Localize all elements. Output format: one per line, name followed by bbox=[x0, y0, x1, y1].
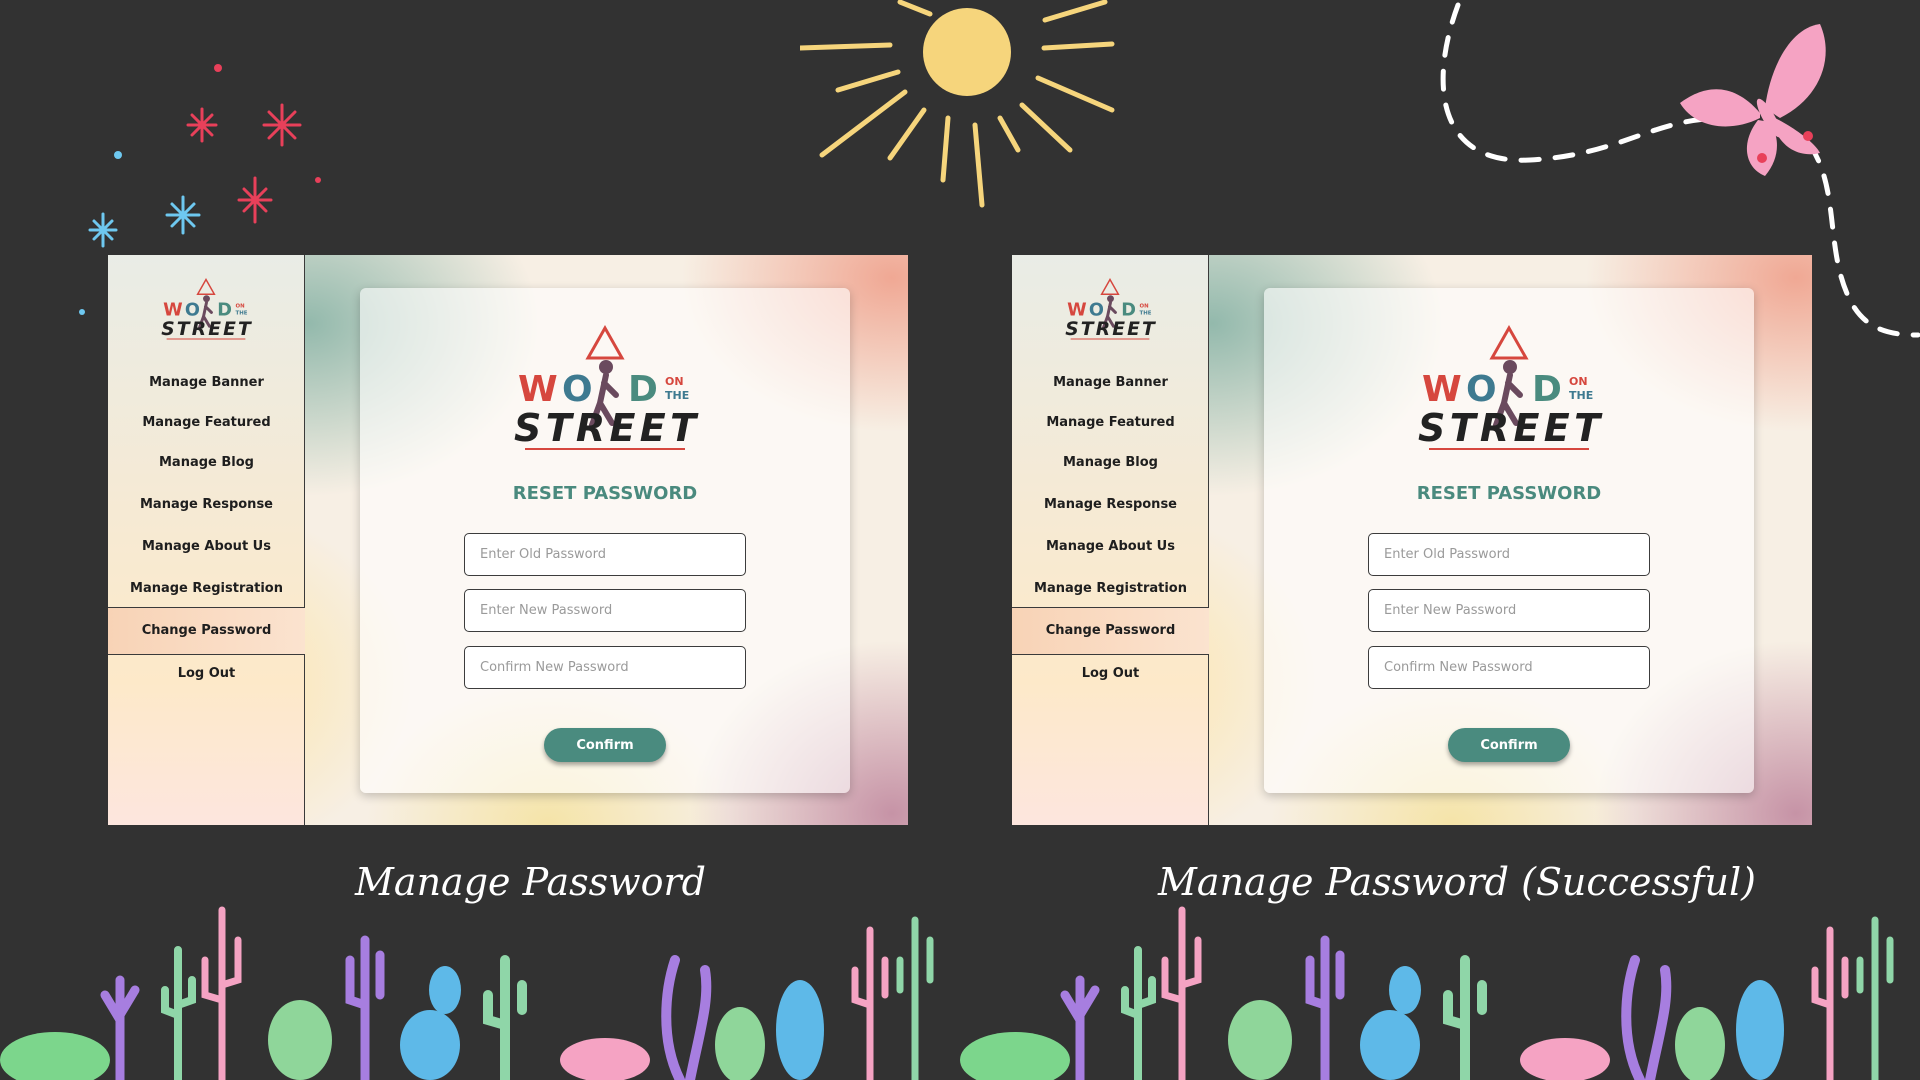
svg-text:W: W bbox=[518, 369, 558, 410]
svg-text:THE: THE bbox=[1569, 389, 1593, 402]
confirm-button[interactable]: Confirm bbox=[544, 728, 666, 762]
svg-text:THE: THE bbox=[665, 389, 689, 402]
menu-manage-featured[interactable]: Manage Featured bbox=[108, 415, 305, 430]
menu-manage-banner[interactable]: Manage Banner bbox=[108, 375, 305, 390]
svg-text:O: O bbox=[562, 369, 593, 410]
menu-manage-registration[interactable]: Manage Registration bbox=[1012, 581, 1209, 596]
menu-manage-about-us[interactable]: Manage About Us bbox=[108, 539, 305, 554]
menu-change-password[interactable]: Change Password bbox=[1012, 607, 1209, 655]
menu-manage-registration[interactable]: Manage Registration bbox=[108, 581, 305, 596]
svg-text:W: W bbox=[1067, 300, 1087, 320]
menu-log-out[interactable]: Log Out bbox=[108, 666, 305, 681]
old-password-field[interactable] bbox=[1368, 533, 1650, 576]
word-on-the-street-logo: W O D ON THE STREET bbox=[1418, 324, 1603, 450]
reset-password-title: RESET PASSWORD bbox=[512, 483, 698, 504]
reset-password-card: W O D ON THE STREET RESET PASSWORD Confi… bbox=[1264, 288, 1754, 793]
confirm-button[interactable]: Confirm bbox=[1448, 728, 1570, 762]
svg-text:D: D bbox=[1532, 369, 1562, 410]
chalk-sun-decoration bbox=[800, 0, 1115, 208]
word-on-the-street-logo: W O D ON THE STREET bbox=[1065, 277, 1156, 340]
svg-text:ON: ON bbox=[665, 375, 684, 388]
menu-log-out[interactable]: Log Out bbox=[1012, 666, 1209, 681]
menu-manage-blog[interactable]: Manage Blog bbox=[108, 455, 305, 470]
caption-manage-password: Manage Password bbox=[355, 860, 706, 904]
admin-panel-manage-password: W O D ON THE STREET Manage Banner Manage… bbox=[108, 255, 908, 825]
reset-password-card: W O D ON THE STREET RESET PASSWORD Confi… bbox=[360, 288, 850, 793]
svg-text:ON: ON bbox=[1569, 375, 1588, 388]
menu-manage-featured[interactable]: Manage Featured bbox=[1012, 415, 1209, 430]
svg-text:THE: THE bbox=[236, 310, 248, 316]
svg-text:D: D bbox=[628, 369, 658, 410]
word-on-the-street-logo: W O D ON THE STREET bbox=[161, 277, 252, 340]
menu-manage-blog[interactable]: Manage Blog bbox=[1012, 455, 1209, 470]
sidebar: W O D ON THE STREET Manage Banner Manage… bbox=[1012, 255, 1209, 825]
svg-text:W: W bbox=[163, 300, 183, 320]
svg-text:THE: THE bbox=[1140, 310, 1152, 316]
menu-manage-about-us[interactable]: Manage About Us bbox=[1012, 539, 1209, 554]
menu-manage-response[interactable]: Manage Response bbox=[108, 497, 305, 512]
svg-text:O: O bbox=[185, 300, 200, 320]
confirm-password-field[interactable] bbox=[464, 646, 746, 689]
caption-manage-password-successful: Manage Password (Successful) bbox=[1158, 860, 1756, 904]
menu-manage-banner[interactable]: Manage Banner bbox=[1012, 375, 1209, 390]
svg-text:O: O bbox=[1466, 369, 1497, 410]
reset-password-title: RESET PASSWORD bbox=[1416, 483, 1602, 504]
old-password-field[interactable] bbox=[464, 533, 746, 576]
sidebar: W O D ON THE STREET Manage Banner Manage… bbox=[108, 255, 305, 825]
svg-text:W: W bbox=[1422, 369, 1462, 410]
svg-text:D: D bbox=[1121, 300, 1136, 320]
new-password-field[interactable] bbox=[1368, 589, 1650, 632]
svg-text:O: O bbox=[1089, 300, 1104, 320]
cactus-border-decoration bbox=[0, 900, 1920, 1080]
svg-text:ON: ON bbox=[236, 304, 246, 310]
svg-text:D: D bbox=[217, 300, 232, 320]
new-password-field[interactable] bbox=[464, 589, 746, 632]
confirm-password-field[interactable] bbox=[1368, 646, 1650, 689]
menu-manage-response[interactable]: Manage Response bbox=[1012, 497, 1209, 512]
menu-change-password[interactable]: Change Password bbox=[108, 607, 305, 655]
admin-panel-manage-password-successful: W O D ON THE STREET Manage Banner Manage… bbox=[1012, 255, 1812, 825]
svg-text:ON: ON bbox=[1140, 304, 1150, 310]
word-on-the-street-logo: W O D ON THE STREET bbox=[514, 324, 699, 450]
pink-butterfly-decoration bbox=[1680, 24, 1826, 176]
